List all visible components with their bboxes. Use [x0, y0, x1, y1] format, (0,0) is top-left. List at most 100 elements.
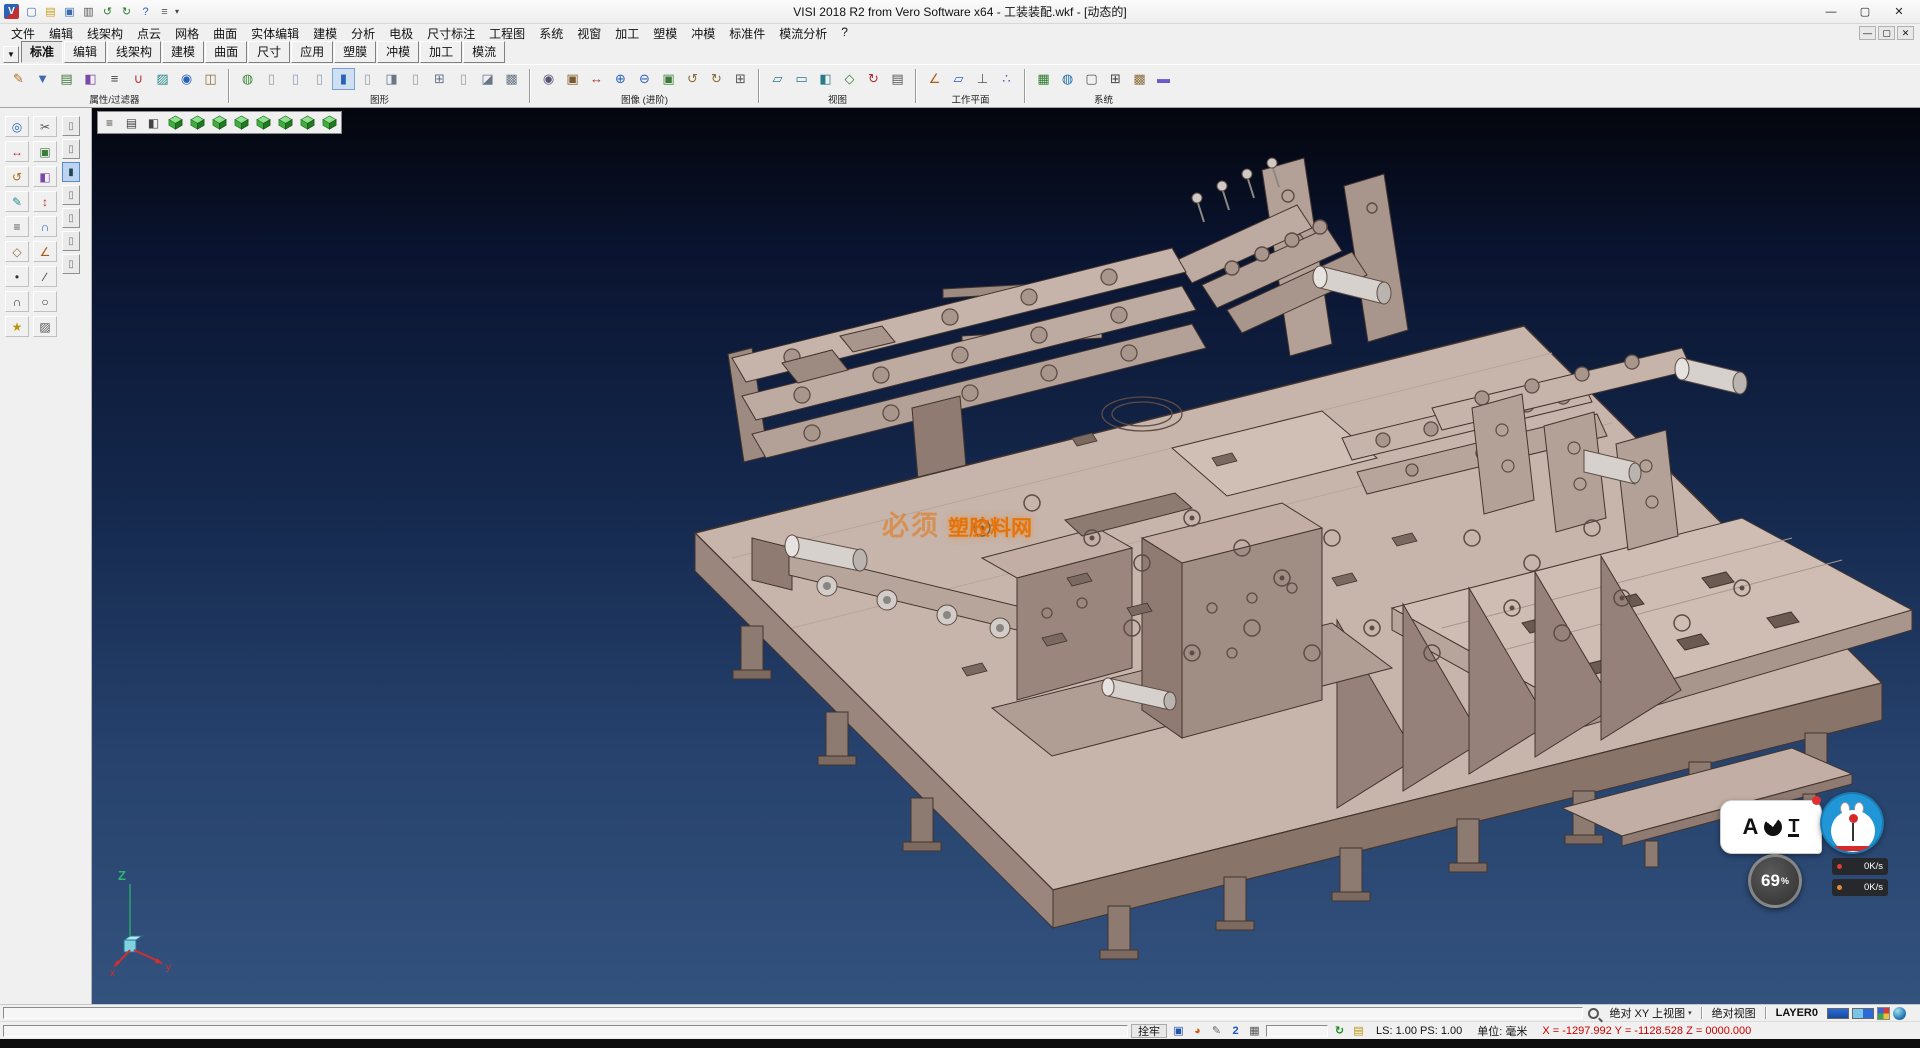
menu-item-10[interactable]: 尺寸标注	[420, 25, 482, 42]
zoom-out-icon[interactable]: ⊖	[633, 68, 656, 90]
grid-icon[interactable]: ▦	[1246, 1023, 1263, 1038]
hidden-line-icon[interactable]: ▯	[284, 68, 307, 90]
menu-item-7[interactable]: 建模	[306, 25, 344, 42]
view-cube-icon[interactable]	[209, 113, 230, 132]
clip-toggle-icon[interactable]: ▯	[62, 254, 80, 274]
dynamic-view-icon[interactable]: ↻	[705, 68, 728, 90]
hatch-icon[interactable]: ▨	[33, 316, 57, 337]
snap-2-icon[interactable]: 2	[1227, 1023, 1244, 1038]
menu-item-2[interactable]: 线架构	[80, 25, 130, 42]
menu-item-12[interactable]: 系统	[532, 25, 570, 42]
shaded-icon[interactable]: ▯	[308, 68, 331, 90]
material-icon[interactable]: ◪	[476, 68, 499, 90]
tab-标准[interactable]: 标准	[21, 41, 63, 63]
menu-item-3[interactable]: 点云	[130, 25, 168, 42]
rotate-view-icon[interactable]: ↻	[862, 68, 885, 90]
undo-icon[interactable]: ↺	[99, 4, 116, 20]
view-cube-icon[interactable]	[231, 113, 252, 132]
command-input-field[interactable]	[3, 1025, 1128, 1037]
clip-toggle-icon[interactable]: ▯	[62, 231, 80, 251]
menu-item-14[interactable]: 加工	[608, 25, 646, 42]
menu-item-6[interactable]: 实体编辑	[244, 25, 306, 42]
ghost-icon[interactable]: ▯	[404, 68, 427, 90]
doraemon-widget[interactable]: A T 69 %	[1720, 792, 1892, 918]
layers-icon[interactable]: ▤	[55, 68, 78, 90]
absolute-view-selector[interactable]: 绝对视图	[1706, 1005, 1762, 1021]
mdi-minimize-button[interactable]: —	[1859, 26, 1876, 40]
model-viewport[interactable]: ≡▤◧	[92, 108, 1920, 1004]
notes-icon[interactable]: ✎	[1208, 1023, 1225, 1038]
tab-线架构[interactable]: 线架构	[107, 41, 161, 63]
wireframe-icon[interactable]: ▯	[260, 68, 283, 90]
front-view-icon[interactable]: ▱	[766, 68, 789, 90]
view-cube-icon[interactable]	[275, 113, 296, 132]
globe-icon[interactable]: ◍	[1056, 68, 1079, 90]
view-mode-selector[interactable]: 绝对 XY 上视图 ▾	[1604, 1005, 1698, 1021]
menu-item-18[interactable]: 模流分析	[772, 25, 834, 42]
menu-item-9[interactable]: 电极	[382, 25, 420, 42]
workplane-align-icon[interactable]: ⊥	[971, 68, 994, 90]
new-icon[interactable]: ▢	[23, 4, 40, 20]
menu-item-4[interactable]: 网格	[168, 25, 206, 42]
clip-toggle-icon[interactable]: ▯	[62, 139, 80, 159]
section-icon[interactable]: ◨	[380, 68, 403, 90]
view-window-icon[interactable]: ▤	[121, 113, 142, 132]
settings-icon[interactable]: ≡	[156, 4, 173, 20]
view-pane-icon[interactable]: ◧	[143, 113, 164, 132]
background-icon[interactable]: ▩	[500, 68, 523, 90]
magnet-icon[interactable]: ∪	[127, 68, 150, 90]
view-cube-icon[interactable]	[165, 113, 186, 132]
layer-selector[interactable]: LAYER0	[1770, 1007, 1824, 1019]
zoom-in-icon[interactable]: ⊕	[609, 68, 632, 90]
named-view-icon[interactable]: ▤	[886, 68, 909, 90]
menu-item-1[interactable]: 编辑	[42, 25, 80, 42]
rotate-icon[interactable]: ↺	[5, 166, 29, 187]
percent-badge[interactable]: 69 %	[1748, 854, 1802, 908]
tab-应用[interactable]: 应用	[291, 41, 333, 63]
tab-加工[interactable]: 加工	[420, 41, 462, 63]
trim-icon[interactable]: ✎	[5, 191, 29, 212]
select-icon[interactable]: ◎	[5, 116, 29, 137]
full-view-icon[interactable]: ⊞	[729, 68, 752, 90]
palette-icon[interactable]	[1877, 1007, 1890, 1020]
print-icon[interactable]: ▥	[80, 4, 97, 20]
render-mode-icon[interactable]: ◍	[236, 68, 259, 90]
tab-曲面[interactable]: 曲面	[205, 41, 247, 63]
workplane-3pt-icon[interactable]: ∴	[995, 68, 1018, 90]
tab-尺寸[interactable]: 尺寸	[248, 41, 290, 63]
side-view-icon[interactable]: ◧	[814, 68, 837, 90]
line-icon[interactable]: ∕	[33, 266, 57, 287]
point-icon[interactable]: •	[5, 266, 29, 287]
erase-icon[interactable]: ✂	[33, 116, 57, 137]
line-style-icon[interactable]: ≡	[103, 68, 126, 90]
offset-icon[interactable]: ≡	[5, 216, 29, 237]
tab-dropdown-icon[interactable]: ▼	[3, 46, 19, 63]
snapshot-icon[interactable]: ▣	[561, 68, 584, 90]
mirror-icon[interactable]: ◧	[33, 166, 57, 187]
mdi-restore-button[interactable]: ▢	[1878, 26, 1895, 40]
grid-settings-icon[interactable]: ▦	[1032, 68, 1055, 90]
open-icon[interactable]: ▤	[42, 4, 59, 20]
menu-item-15[interactable]: 塑模	[646, 25, 684, 42]
menu-item-5[interactable]: 曲面	[206, 25, 244, 42]
menu-item-11[interactable]: 工程图	[482, 25, 532, 42]
save-icon[interactable]: ▣	[61, 4, 78, 20]
clip-toggle-icon[interactable]: ▯	[62, 208, 80, 228]
widget-bubble[interactable]: A T	[1720, 800, 1822, 854]
sphere-icon[interactable]	[1893, 1007, 1906, 1020]
doraemon-icon[interactable]	[1820, 792, 1884, 854]
tab-模流[interactable]: 模流	[463, 41, 505, 63]
minimize-button[interactable]: —	[1814, 2, 1848, 22]
fillet-icon[interactable]: ∩	[33, 216, 57, 237]
zoom-window-icon[interactable]: ▣	[657, 68, 680, 90]
fox-icon[interactable]: ◕	[1189, 1023, 1206, 1038]
view-cube-icon[interactable]	[187, 113, 208, 132]
view-menu-icon[interactable]: ≡	[99, 113, 120, 132]
pan-icon[interactable]: ↔	[585, 68, 608, 90]
qat-caret-icon[interactable]: ▾	[175, 7, 179, 16]
filter-icon[interactable]: ▼	[31, 68, 54, 90]
brush-icon[interactable]: ▨	[151, 68, 174, 90]
chamfer-icon[interactable]: ◇	[5, 241, 29, 262]
arc-icon[interactable]: ∩	[5, 291, 29, 312]
redo-icon[interactable]: ↻	[118, 4, 135, 20]
